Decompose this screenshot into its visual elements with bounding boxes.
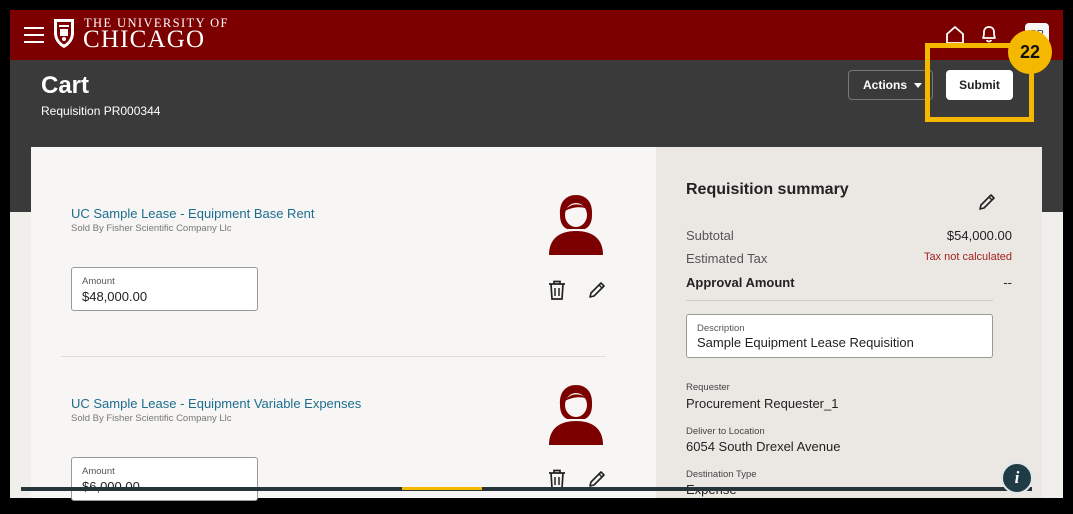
caret-down-icon <box>914 83 922 88</box>
bell-icon[interactable] <box>979 24 999 44</box>
actions-label: Actions <box>863 78 908 92</box>
crest-logo <box>54 19 74 48</box>
info-button[interactable]: i <box>1001 462 1033 494</box>
subtotal-value: $54,000.00 <box>946 228 1012 243</box>
home-icon[interactable] <box>945 25 965 45</box>
bottom-tab-indicator <box>402 487 482 490</box>
estimated-tax-label: Estimated Tax <box>686 251 768 266</box>
page-title: Cart <box>41 72 90 99</box>
amount-field[interactable]: Amount $48,000.00 <box>71 267 258 311</box>
trash-icon[interactable] <box>548 280 566 300</box>
approval-amount-label: Approval Amount <box>686 275 795 290</box>
deliver-to-location-value: 6054 South Drexel Avenue <box>686 439 841 454</box>
item-seller: Sold By Fisher Scientific Company Llc <box>71 413 232 424</box>
destination-type-label: Destination Type <box>686 469 757 480</box>
description-field[interactable]: Description Sample Equipment Lease Requi… <box>686 314 993 358</box>
requester-label: Requester <box>686 382 730 393</box>
amount-label: Amount <box>82 466 115 477</box>
amount-field[interactable]: Amount $6,000.00 <box>71 457 258 501</box>
bottom-bar <box>21 487 1032 491</box>
item-seller: Sold By Fisher Scientific Company Llc <box>71 223 232 234</box>
university-name-main: CHICAGO <box>83 26 206 53</box>
amount-label: Amount <box>82 276 115 287</box>
estimated-tax-value: Tax not calculated <box>923 251 1012 263</box>
item-title-link[interactable]: UC Sample Lease - Equipment Base Rent <box>71 206 315 221</box>
amount-value: $48,000.00 <box>82 289 148 304</box>
summary-divider <box>686 300 993 301</box>
info-icon: i <box>1014 468 1020 487</box>
pencil-icon[interactable] <box>588 470 606 488</box>
deliver-to-location-label: Deliver to Location <box>686 426 765 437</box>
item-divider <box>61 356 606 357</box>
trash-icon[interactable] <box>548 469 566 489</box>
top-header: THE UNIVERSITY OF CHICAGO PR <box>10 10 1063 60</box>
requisition-number: Requisition PR000344 <box>41 104 161 118</box>
actions-menu-button[interactable]: Actions <box>848 70 933 100</box>
menu-icon[interactable] <box>24 27 44 43</box>
description-value: Sample Equipment Lease Requisition <box>697 335 914 350</box>
summary-title: Requisition summary <box>686 181 849 198</box>
description-label: Description <box>697 323 745 334</box>
requester-value: Procurement Requester_1 <box>686 396 839 411</box>
person-icon <box>549 385 603 445</box>
subtotal-label: Subtotal <box>686 228 734 243</box>
pencil-icon[interactable] <box>978 193 996 211</box>
approval-amount-value: -- <box>1003 275 1012 290</box>
item-title-link[interactable]: UC Sample Lease - Equipment Variable Exp… <box>71 396 361 411</box>
step-number-badge: 22 <box>1008 30 1052 74</box>
pencil-icon[interactable] <box>588 281 606 299</box>
person-icon <box>549 195 603 255</box>
